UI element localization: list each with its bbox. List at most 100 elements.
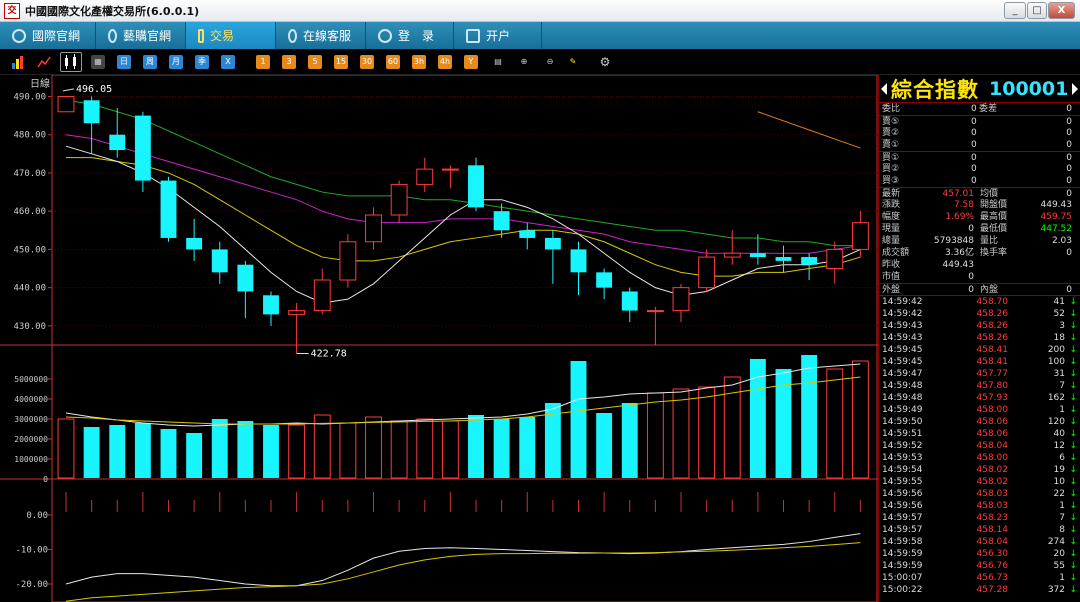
tick-volume: 52 <box>1053 309 1065 319</box>
login-icon <box>378 28 392 43</box>
period-month-button[interactable]: 月 <box>169 55 183 69</box>
period-day-button[interactable]: 日 <box>117 55 131 69</box>
menu-item-open-account[interactable]: 开户 <box>454 22 542 49</box>
period-week-button[interactable]: 周 <box>143 55 157 69</box>
volume-bar <box>826 368 844 479</box>
order-book-row: 賣① 0 0 <box>879 139 1080 151</box>
tick-price: 456.76 <box>976 561 1009 571</box>
period-3min-button[interactable]: 3 <box>282 55 296 69</box>
tick-row: 14:59:43 458.26 3 ↓ <box>879 320 1080 332</box>
down-arrow-icon: ↓ <box>1069 297 1077 307</box>
down-arrow-icon: ↓ <box>1069 429 1077 439</box>
high-price-label: 496.05 <box>76 84 112 95</box>
period-15min-button[interactable]: 15 <box>334 55 348 69</box>
volume-ma1-line <box>65 363 861 427</box>
candle-body <box>646 310 664 313</box>
candle-body <box>416 168 434 185</box>
down-arrow-icon: ↓ <box>1069 345 1077 355</box>
stat-value-2: 459.75 <box>1040 212 1073 222</box>
menu-item-login[interactable]: 登 录 <box>366 22 454 49</box>
tick-time: 14:59:48 <box>882 393 923 403</box>
candlestick-icon[interactable] <box>60 52 82 72</box>
kline-chart-area[interactable]: 490.00 480.00 470.00 460.00 450.00 440.00 430.… <box>0 75 878 602</box>
tick-volume: 274 <box>1047 537 1065 547</box>
window-title: 中國國際文化產權交易所(6.0.0.1) <box>25 4 200 18</box>
candle-body <box>83 100 100 124</box>
minimize-button[interactable]: _ <box>1004 2 1026 19</box>
stat-label-2: 最低價 <box>980 224 1008 234</box>
period-60min-button[interactable]: 60 <box>386 55 400 69</box>
menu-item-art-site[interactable]: 藝購官網 <box>96 22 186 49</box>
order-book-label: 買② <box>882 164 900 174</box>
down-arrow-icon: ↓ <box>1069 465 1077 475</box>
volume-bar <box>109 425 126 478</box>
tick-row: 14:59:54 458.02 19 ↓ <box>879 464 1080 476</box>
maximize-button[interactable]: □ <box>1027 2 1047 19</box>
menu-item-trade[interactable]: 交易 <box>186 22 276 49</box>
bar-chart-icon[interactable] <box>11 55 25 69</box>
stat-value-2: 2.03 <box>1051 236 1072 246</box>
order-book-value: 0 <box>971 128 977 138</box>
menu-item-online-service[interactable]: 在線客服 <box>276 22 366 49</box>
menu-item-official-site[interactable]: 國際官網 <box>0 22 96 49</box>
candle-body <box>390 183 408 216</box>
tick-price: 457.93 <box>976 393 1009 403</box>
zoom-in-icon[interactable]: ⊕ <box>517 55 531 69</box>
volume-bar <box>134 423 151 478</box>
line-chart-icon[interactable] <box>37 55 51 69</box>
volume-ma2-line <box>65 376 861 425</box>
tick-time: 14:59:47 <box>882 369 923 379</box>
tick-time: 14:59:43 <box>882 333 923 343</box>
volume-bar <box>698 386 716 479</box>
tick-price: 458.23 <box>976 513 1009 523</box>
calendar-icon[interactable]: ▦ <box>91 55 105 69</box>
period-season-button[interactable]: 季 <box>195 55 209 69</box>
tick-row: 14:59:57 458.14 8 ↓ <box>879 524 1080 536</box>
period-5min-button[interactable]: 5 <box>308 55 322 69</box>
tick-volume: 41 <box>1053 297 1065 307</box>
symbol-code: 100001 <box>989 77 1069 100</box>
period-3h-button[interactable]: 3h <box>412 55 426 69</box>
quote-stat-row: 漲跌 7.58 開盤價 449.43 <box>879 199 1080 211</box>
grid-icon[interactable]: ▤ <box>491 55 505 69</box>
volume-bar <box>416 418 434 479</box>
prev-symbol-icon[interactable] <box>881 83 887 95</box>
candle-body <box>263 295 279 315</box>
period-1min-button[interactable]: 1 <box>256 55 270 69</box>
volume-tick-label: 2000000 <box>14 435 48 444</box>
tick-price: 458.14 <box>976 525 1009 535</box>
tick-price: 457.77 <box>976 369 1009 379</box>
down-arrow-icon: ↓ <box>1069 549 1077 559</box>
tick-list[interactable]: 14:59:42 458.70 41 ↓ 14:59:42 458.26 52 ↓ 14:59:… <box>879 295 1080 596</box>
period-x-button[interactable]: X <box>221 55 235 69</box>
stat-label: 成交額 <box>882 248 910 258</box>
tick-row: 14:59:56 458.03 22 ↓ <box>879 488 1080 500</box>
period-4h-button[interactable]: 4h <box>438 55 452 69</box>
tick-row: 14:59:43 458.26 18 ↓ <box>879 332 1080 344</box>
candle-body <box>237 264 254 292</box>
period-year-button[interactable]: Y <box>464 55 478 69</box>
tick-time: 14:59:56 <box>882 501 923 511</box>
tick-row: 14:59:45 458.41 200 ↓ <box>879 344 1080 356</box>
kline-chart[interactable]: 490.00 480.00 470.00 460.00 450.00 440.00 430.… <box>0 75 878 602</box>
volume-bar <box>237 421 254 478</box>
tick-time: 15:00:07 <box>882 573 923 583</box>
tick-row: 14:59:51 458.06 40 ↓ <box>879 428 1080 440</box>
close-button[interactable]: X <box>1048 2 1075 19</box>
period-30min-button[interactable]: 30 <box>360 55 374 69</box>
tick-volume: 1 <box>1059 573 1065 583</box>
gear-icon[interactable]: ⚙ <box>598 55 612 69</box>
tick-volume: 1 <box>1059 405 1065 415</box>
stat-value: 3.36亿 <box>944 248 974 258</box>
price-tick-label: 480.00 <box>13 131 46 141</box>
draw-tool-icon[interactable]: ✎ <box>566 55 580 69</box>
volume-bar <box>211 419 228 478</box>
candle-body <box>160 180 177 238</box>
order-book-right: 0 <box>1066 176 1072 186</box>
volume-bar <box>596 413 613 478</box>
tick-time: 14:59:43 <box>882 321 923 331</box>
next-symbol-icon[interactable] <box>1072 83 1078 95</box>
candle-body <box>339 241 357 281</box>
tick-time: 14:59:58 <box>882 537 923 547</box>
zoom-out-icon[interactable]: ⊖ <box>543 55 557 69</box>
